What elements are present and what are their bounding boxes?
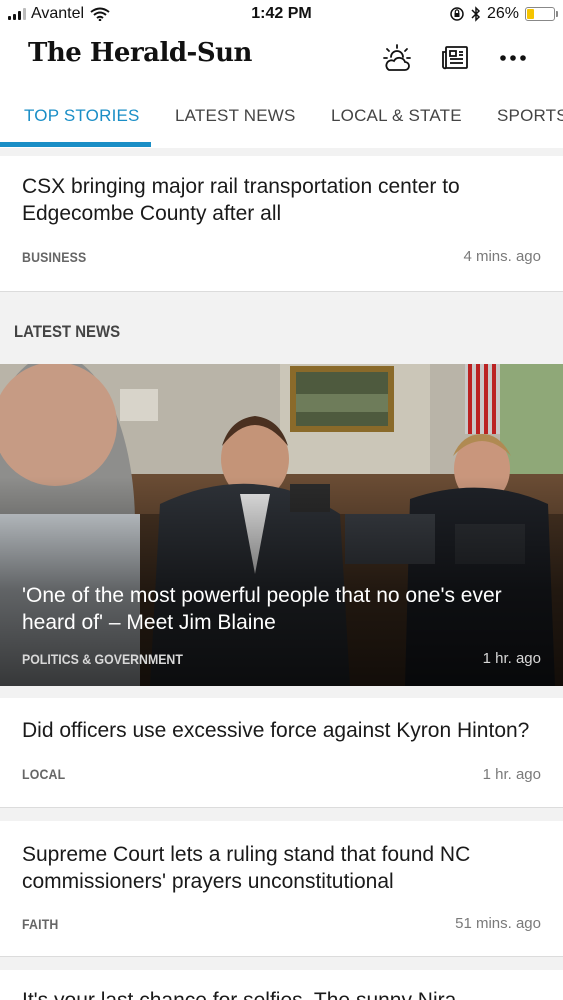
battery-icon <box>525 7 558 21</box>
tab-latest-news[interactable]: LATEST NEWS <box>175 106 296 126</box>
orientation-lock-icon <box>450 7 464 21</box>
hero-headline[interactable]: 'One of the most powerful people that no… <box>22 582 543 636</box>
story-section[interactable]: FAITH <box>22 916 58 932</box>
story-section[interactable]: LOCAL <box>22 766 65 782</box>
section-tabs: TOP STORIES LATEST NEWS LOCAL & STATE SP… <box>0 86 563 148</box>
bluetooth-icon <box>471 6 481 22</box>
battery-percent: 26% <box>486 5 519 22</box>
weather-icon[interactable] <box>381 42 413 74</box>
hero-story[interactable] <box>0 364 563 686</box>
latest-news-heading: LATEST NEWS <box>14 322 121 341</box>
tab-local-state[interactable]: LOCAL & STATE <box>331 106 462 126</box>
story-time: 1 hr. ago <box>482 766 541 783</box>
story-card[interactable]: Did officers use excessive force against… <box>0 698 563 808</box>
tab-top-stories[interactable]: TOP STORIES <box>24 106 140 126</box>
story-time: 4 mins. ago <box>463 248 541 265</box>
more-icon[interactable] <box>497 42 529 74</box>
status-bar: Avantel 1:42 PM 26% <box>0 0 563 30</box>
app-header: The Herald-Sun <box>0 30 563 86</box>
hero-time: 1 hr. ago <box>482 650 541 667</box>
hero-overlay <box>0 364 563 686</box>
battery-fill <box>527 9 534 19</box>
herald-sun-logo[interactable]: The Herald-Sun <box>28 38 252 68</box>
story-headline[interactable]: It's your last chance for selfies. The s… <box>22 987 543 1000</box>
newspaper-icon[interactable] <box>439 42 471 74</box>
story-headline[interactable]: CSX bringing major rail transportation c… <box>22 173 543 227</box>
story-time: 51 mins. ago <box>455 915 541 932</box>
story-section[interactable]: BUSINESS <box>22 249 86 265</box>
story-card[interactable]: It's your last chance for selfies. The s… <box>0 970 563 1000</box>
active-tab-indicator <box>0 142 151 147</box>
tab-sports[interactable]: SPORTS <box>497 106 563 126</box>
status-right: 26% <box>449 5 558 23</box>
story-card-top[interactable]: CSX bringing major rail transportation c… <box>0 156 563 292</box>
story-card[interactable]: Supreme Court lets a ruling stand that f… <box>0 821 563 957</box>
story-headline[interactable]: Supreme Court lets a ruling stand that f… <box>22 841 543 895</box>
story-headline[interactable]: Did officers use excessive force against… <box>22 717 543 744</box>
hero-section[interactable]: POLITICS & GOVERNMENT <box>22 651 183 667</box>
